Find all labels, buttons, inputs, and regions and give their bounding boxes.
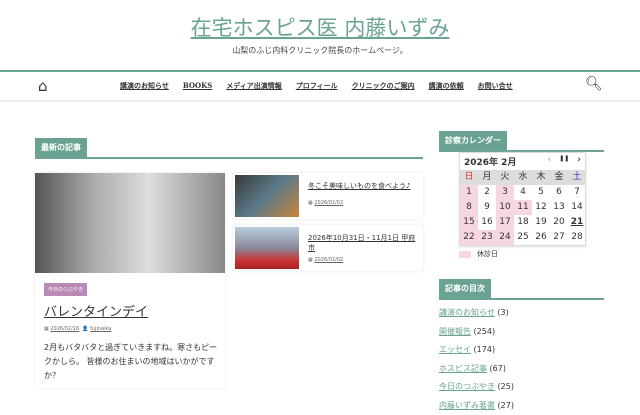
calendar-day: 3: [496, 185, 514, 200]
prev-month-button[interactable]: ‹: [548, 155, 552, 168]
site-title[interactable]: 在宅ホスピス医 内藤いずみ: [0, 12, 640, 42]
post-title[interactable]: 2026年10月31日・11月1日 甲府市: [308, 233, 418, 253]
calendar-day: 19: [532, 215, 550, 230]
category-badge[interactable]: 今日のつぶやき: [44, 283, 87, 296]
post-meta: ▦ 2026/02/02: [308, 257, 343, 263]
calendar-day: 28: [568, 230, 586, 245]
calendar-day: 24: [496, 230, 514, 245]
weekday-header: 金: [550, 170, 568, 185]
post-meta: ▦ 2026/02/02: [308, 200, 343, 206]
weekday-header: 火: [496, 170, 514, 185]
legend-label: 休診日: [477, 249, 498, 259]
category-link[interactable]: 開催報告: [439, 327, 471, 336]
heading-text: 最新の記事: [35, 138, 87, 157]
pause-button[interactable]: ❚❚: [559, 155, 569, 168]
search-icon[interactable]: 🔍︎: [585, 76, 603, 92]
weekday-header: 日: [460, 170, 478, 185]
featured-post-card: 今日のつぶやき バレンタインデイ ▦ 2026/02/16 👤 fujinaik…: [35, 173, 225, 388]
next-month-button[interactable]: ›: [577, 155, 581, 168]
post-date[interactable]: 2026/02/02: [314, 200, 343, 206]
category-link[interactable]: エッセイ: [439, 345, 471, 354]
heading-text: 記事の目次: [439, 279, 491, 298]
clinic-calendar: 2026年 2月 ‹❚❚› 日月火水木金土1234567891011121314…: [459, 152, 586, 246]
weekday-header: 土: [568, 170, 586, 185]
calendar-day: 9: [478, 200, 496, 215]
nav-item[interactable]: プロフィール: [296, 81, 338, 91]
post-meta: ▦ 2026/02/16 👤 fujinaika: [44, 326, 111, 332]
category-link[interactable]: 内藤いずみ著書: [439, 401, 495, 410]
post-card: 冬こそ美味しいものを食べよう♪ ▦ 2026/02/02: [233, 173, 423, 219]
featured-post-image[interactable]: [35, 173, 225, 273]
post-date[interactable]: 2026/02/16: [50, 326, 79, 332]
calendar-day: 7: [568, 185, 586, 200]
calendar-day: 20: [550, 215, 568, 230]
post-card: 2026年10月31日・11月1日 甲府市 ▦ 2026/02/02: [233, 225, 423, 271]
calendar-day: 18: [514, 215, 532, 230]
calendar-day: 11: [514, 200, 532, 215]
holiday-swatch: [459, 251, 471, 258]
calendar-day: 1: [460, 185, 478, 200]
category-count: (3): [497, 308, 508, 317]
post-title[interactable]: 冬こそ美味しいものを食べよう♪: [308, 181, 418, 191]
nav-item[interactable]: お問い合せ: [478, 81, 513, 91]
category-list: 講演のお知らせ (3)開催報告 (254)エッセイ (174)ホスピス記事 (6…: [439, 304, 514, 415]
post-date[interactable]: 2026/02/02: [314, 257, 343, 263]
calendar-heading: 診察カレンダー: [439, 128, 604, 152]
calendar-legend: 休診日: [459, 249, 498, 259]
main-nav: ⌂ 講演のお知らせ BOOKS メディア出演情報 プロフィール クリニックのご案内 講演の…: [0, 70, 640, 100]
category-item: 講演のお知らせ (3): [439, 304, 514, 323]
calendar-day: 10: [496, 200, 514, 215]
category-item: エッセイ (174): [439, 341, 514, 360]
calendar-day: 2: [478, 185, 496, 200]
calendar-day: 13: [550, 200, 568, 215]
weekday-header: 水: [514, 170, 532, 185]
category-count: (27): [498, 401, 514, 410]
weekday-header: 木: [532, 170, 550, 185]
calendar-day: 14: [568, 200, 586, 215]
category-item: 内藤いずみ著書 (27): [439, 397, 514, 415]
post-excerpt: 2月もバタバタと過ぎていきますね。寒さもピークかしら。 皆様のお住まいの地域はい…: [44, 341, 219, 383]
calendar-day: 4: [514, 185, 532, 200]
home-icon[interactable]: ⌂: [38, 77, 48, 95]
calendar-day: 17: [496, 215, 514, 230]
nav-item[interactable]: 講演のお知らせ: [120, 81, 169, 91]
category-count: (254): [474, 327, 496, 336]
calendar-day: 25: [514, 230, 532, 245]
calendar-day: 5: [532, 185, 550, 200]
calendar-day: 23: [478, 230, 496, 245]
category-item: ホスピス記事 (67): [439, 360, 514, 379]
category-link[interactable]: ホスピス記事: [439, 364, 487, 373]
calendar-day: 16: [478, 215, 496, 230]
calendar-day: 6: [550, 185, 568, 200]
calendar-day: 15: [460, 215, 478, 230]
heading-text: 診察カレンダー: [439, 131, 507, 150]
post-title[interactable]: バレンタインデイ: [44, 301, 148, 320]
calendar-day: 27: [550, 230, 568, 245]
post-author[interactable]: fujinaika: [90, 326, 111, 332]
post-thumbnail[interactable]: [235, 175, 299, 217]
nav-item[interactable]: BOOKS: [183, 81, 212, 91]
nav-item[interactable]: メディア出演情報: [226, 81, 282, 91]
site-tagline: 山梨のふじ内科クリニック院長のホームページ。: [0, 45, 640, 56]
category-link[interactable]: 今日のつぶやき: [439, 382, 495, 391]
category-count: (25): [498, 382, 514, 391]
calendar-day: 12: [532, 200, 550, 215]
category-item: 今日のつぶやき (25): [439, 378, 514, 397]
category-link[interactable]: 講演のお知らせ: [439, 308, 495, 317]
weekday-header: 月: [478, 170, 496, 185]
calendar-month: 2026年 2月: [464, 155, 516, 168]
category-count: (174): [474, 345, 496, 354]
nav-item[interactable]: 講演の依頼: [429, 81, 464, 91]
nav-item[interactable]: クリニックのご案内: [352, 81, 415, 91]
post-thumbnail[interactable]: [235, 227, 299, 269]
category-item: 開催報告 (254): [439, 323, 514, 342]
calendar-day: 8: [460, 200, 478, 215]
calendar-day: 22: [460, 230, 478, 245]
latest-posts-heading: 最新の記事: [35, 135, 423, 159]
calendar-day: 21: [568, 215, 586, 230]
categories-heading: 記事の目次: [439, 276, 604, 300]
category-count: (67): [490, 364, 506, 373]
calendar-day: 26: [532, 230, 550, 245]
